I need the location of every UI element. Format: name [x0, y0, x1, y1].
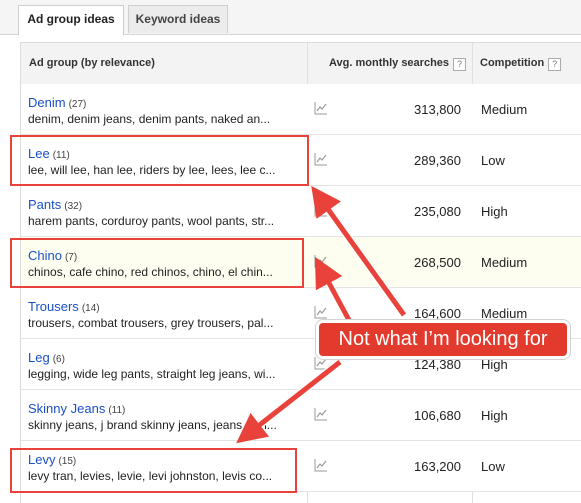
competition-level: Low: [481, 153, 505, 168]
competition-level: High: [481, 408, 508, 423]
avg-monthly-searches: 289,360: [414, 153, 461, 168]
competition-level: High: [481, 204, 508, 219]
avg-monthly-searches: 124,380: [414, 357, 461, 372]
annotation-callout: Not what I’m looking for: [316, 320, 570, 359]
keyword-count: (15): [58, 456, 77, 467]
keyword-list: denim, denim jeans, denim pants, naked a…: [28, 112, 271, 126]
tab-ad-group-ideas[interactable]: Ad group ideas: [18, 5, 124, 35]
ad-group-name[interactable]: Leg (6): [28, 350, 65, 365]
avg-monthly-searches: 235,080: [414, 204, 461, 219]
ad-group-name[interactable]: Skinny Jeans (11): [28, 401, 125, 416]
avg-monthly-searches: 106,680: [414, 408, 461, 423]
avg-monthly-searches: 268,500: [414, 255, 461, 270]
tab-keyword-ideas[interactable]: Keyword ideas: [128, 5, 228, 33]
trend-chart-icon[interactable]: [314, 254, 328, 268]
trend-chart-icon[interactable]: [314, 203, 328, 217]
ad-group-name[interactable]: Lee (11): [28, 146, 70, 161]
ad-group-name[interactable]: Denim (27): [28, 95, 86, 110]
table-body: Denim (27) denim, denim jeans, denim pants…: [21, 84, 581, 492]
table-row[interactable]: Lee (11) lee, will lee, han lee, riders by…: [21, 135, 581, 186]
table-header: Ad group (by relevance) Avg. monthly sea…: [21, 43, 581, 85]
column-header-avg-monthly-searches[interactable]: Avg. monthly searches?: [329, 57, 467, 71]
keyword-count: (6): [52, 354, 65, 365]
avg-monthly-searches: 164,600: [414, 306, 461, 321]
ad-group-table: Ad group (by relevance) Avg. monthly sea…: [20, 42, 581, 503]
keyword-list: trousers, combat trousers, grey trousers…: [28, 316, 274, 330]
ad-group-name[interactable]: Pants (32): [28, 197, 82, 212]
trend-chart-icon[interactable]: [314, 101, 328, 115]
keyword-count: (11): [108, 405, 126, 416]
ad-group-name[interactable]: Trousers (14): [28, 299, 100, 314]
keyword-count: (7): [64, 252, 78, 263]
trend-chart-icon[interactable]: [314, 305, 328, 319]
table-row[interactable]: Levy (15) levy tran, levies, levie, levi j…: [21, 441, 581, 492]
keyword-count: (14): [81, 303, 100, 314]
column-header-ad-group[interactable]: Ad group (by relevance): [29, 57, 155, 69]
keyword-count: (11): [52, 150, 70, 161]
trend-chart-icon[interactable]: [314, 152, 328, 166]
column-header-competition[interactable]: Competition?: [480, 57, 562, 71]
tab-bar: Ad group ideas Keyword ideas: [0, 0, 581, 35]
keyword-list: chinos, cafe chino, red chinos, chino, e…: [28, 265, 273, 279]
keyword-count: (27): [68, 99, 87, 110]
keyword-list: harem pants, corduroy pants, wool pants,…: [28, 214, 275, 228]
keyword-list: lee, will lee, han lee, riders by lee, l…: [28, 163, 276, 177]
keyword-list: legging, wide leg pants, straight leg je…: [28, 367, 276, 381]
trend-chart-icon[interactable]: [314, 458, 328, 472]
competition-level: Medium: [481, 306, 528, 321]
keyword-count: (32): [64, 201, 83, 212]
keyword-list: levy tran, levies, levie, levi johnston,…: [28, 469, 273, 483]
competition-level: High: [481, 357, 508, 372]
table-row[interactable]: Denim (27) denim, denim jeans, denim pants…: [21, 84, 581, 135]
help-icon[interactable]: ?: [453, 58, 467, 71]
ad-group-name[interactable]: Levy (15): [28, 452, 76, 467]
ad-group-name[interactable]: Chino (7): [28, 248, 77, 263]
help-icon[interactable]: ?: [548, 58, 562, 71]
table-row[interactable]: Chino (7) chinos, cafe chino, red chinos, …: [21, 237, 581, 288]
avg-monthly-searches: 163,200: [414, 459, 461, 474]
competition-level: Medium: [481, 255, 528, 270]
keyword-list: skinny jeans, j brand skinny jeans, jean…: [28, 418, 277, 432]
avg-monthly-searches: 313,800: [414, 102, 461, 117]
competition-level: Low: [481, 459, 505, 474]
table-row[interactable]: Pants (32) harem pants, corduroy pants, wo…: [21, 186, 581, 237]
table-row[interactable]: Skinny Jeans (11) skinny jeans, j brand sk…: [21, 390, 581, 441]
trend-chart-icon[interactable]: [314, 407, 328, 421]
competition-level: Medium: [481, 102, 528, 117]
